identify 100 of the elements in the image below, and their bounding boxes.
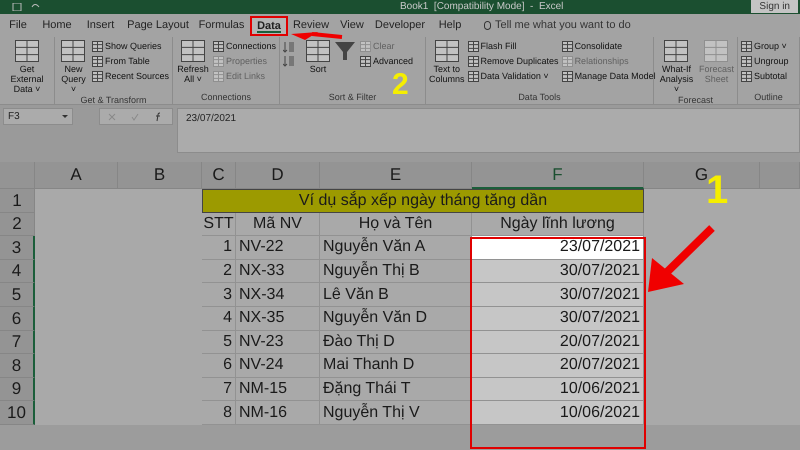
row-header[interactable]: 2: [0, 212, 35, 236]
ribbon-button[interactable]: From Table: [92, 55, 169, 68]
table-cell: NX-33: [236, 260, 320, 284]
table-icon: [92, 41, 103, 52]
row-header[interactable]: 9: [0, 378, 35, 402]
table-icon: [360, 56, 371, 67]
sort-arrows-icon: [283, 40, 295, 68]
table-cell[interactable]: 23/07/2021: [472, 236, 644, 260]
table-cell: Đào Thị D: [320, 330, 472, 354]
arrow: [291, 32, 342, 40]
ribbon-button[interactable]: New Query ˅: [58, 40, 89, 94]
table-icon: [61, 40, 86, 62]
checkmark-icon[interactable]: [130, 112, 139, 120]
name-box[interactable]: F3: [3, 108, 73, 125]
ribbon-tab[interactable]: Home: [36, 16, 78, 36]
table-icon: [562, 41, 573, 52]
ribbon-button[interactable]: Refresh All ˅: [176, 40, 210, 84]
ribbon-tab[interactable]: Page Layout: [123, 16, 193, 36]
title-cell: Ví dụ sắp xếp ngày tháng tăng dần: [202, 189, 644, 213]
column-header[interactable]: B: [118, 162, 202, 189]
ribbon-button[interactable]: Text to Columns: [429, 40, 465, 84]
row-header[interactable]: 4: [0, 260, 35, 284]
sort-order-button[interactable]: [283, 40, 295, 68]
header-cell: STT: [202, 212, 236, 236]
funnel-icon: [333, 40, 357, 62]
header-cell: Ngày lĩnh lương: [472, 212, 644, 236]
table-cell[interactable]: 30/07/2021: [472, 283, 644, 307]
row-header[interactable]: 10: [0, 401, 35, 425]
table-icon: [741, 41, 752, 52]
arrow: [648, 225, 715, 292]
table-icon: [468, 71, 479, 82]
group-label: Sort & Filter: [328, 92, 376, 102]
ribbon-tab[interactable]: Developer: [370, 16, 430, 36]
table-icon: [306, 40, 330, 62]
ribbon-button[interactable]: Connections: [212, 40, 276, 53]
table-cell: 8: [202, 401, 236, 425]
table-cell: 6: [202, 354, 236, 378]
filter-button[interactable]: [333, 40, 357, 62]
group-label: Data Tools: [518, 92, 561, 102]
row-header[interactable]: 7: [0, 330, 35, 354]
table-icon: [212, 56, 224, 67]
ribbon-button[interactable]: Advanced: [360, 55, 414, 68]
formula-value: 23/07/2021: [186, 113, 236, 124]
table-cell[interactable]: 30/07/2021: [472, 306, 644, 331]
ribbon-button[interactable]: Manage Data Model: [562, 70, 656, 83]
table-icon: [562, 56, 573, 67]
ribbon-button[interactable]: Show Queries: [92, 40, 169, 53]
table-icon: [180, 40, 205, 62]
ribbon-tab[interactable]: Insert: [78, 16, 123, 36]
tell-me-field[interactable]: Tell me what you want to do: [495, 17, 665, 34]
row-header[interactable]: 1: [0, 189, 35, 213]
ribbon-tab[interactable]: Formulas: [193, 16, 250, 36]
ribbon-button[interactable]: Ungroup: [741, 55, 789, 68]
table-cell: Nguyễn Thị V: [320, 401, 472, 425]
column-header[interactable]: E: [320, 162, 472, 189]
ribbon-button[interactable]: Group ˅: [741, 40, 789, 53]
column-header[interactable]: D: [236, 162, 320, 189]
table-icon: [92, 71, 103, 82]
table-cell: NM-15: [236, 378, 320, 402]
ribbon-tab[interactable]: File: [0, 16, 36, 36]
ribbon-button[interactable]: Recent Sources: [92, 70, 169, 83]
table-cell: Nguyễn Văn A: [320, 236, 472, 260]
ribbon-button[interactable]: Data Validation ˅: [468, 70, 559, 83]
ribbon-tab[interactable]: Review: [288, 16, 334, 36]
window-title: Book1 [Compatibility Mode] - Excel: [400, 1, 564, 13]
table-cell: 2: [202, 260, 236, 284]
sign-in-button[interactable]: Sign in: [751, 0, 798, 13]
ribbon-button[interactable]: What-If Analysis ˅: [657, 40, 696, 94]
group-label: Outline: [754, 92, 783, 102]
ribbon-button[interactable]: Subtotal: [741, 70, 789, 83]
row-header[interactable]: 3: [0, 236, 35, 260]
table-cell: 1: [202, 236, 236, 260]
formula-input[interactable]: 23/07/2021: [177, 108, 800, 153]
row-header[interactable]: 6: [0, 306, 35, 331]
ribbon-button[interactable]: Get External Data ˅: [3, 40, 51, 94]
ribbon-button[interactable]: Sort: [306, 40, 330, 74]
table-cell: NV-22: [236, 236, 320, 260]
table-icon: [468, 41, 479, 52]
column-header[interactable]: C: [202, 162, 236, 189]
row-header[interactable]: 5: [0, 283, 35, 307]
row-header[interactable]: 8: [0, 354, 35, 378]
table-cell[interactable]: 20/07/2021: [472, 330, 644, 354]
column-header[interactable]: A: [35, 162, 118, 189]
table-cell: 7: [202, 378, 236, 402]
ribbon-button[interactable]: Consolidate: [562, 40, 656, 53]
save-icon[interactable]: [12, 3, 22, 11]
table-cell: NV-24: [236, 354, 320, 378]
table-icon: [704, 40, 728, 62]
table-icon: [741, 56, 752, 67]
table-cell[interactable]: 20/07/2021: [472, 354, 644, 378]
ribbon-tab[interactable]: View: [334, 16, 370, 36]
ribbon-button[interactable]: Remove Duplicates: [468, 55, 559, 68]
table-cell[interactable]: 30/07/2021: [472, 260, 644, 284]
group-label: Forecast: [678, 95, 713, 105]
ribbon-tab[interactable]: Data: [250, 16, 288, 36]
table-cell[interactable]: 10/06/2021: [472, 378, 644, 402]
ribbon-tab[interactable]: Help: [430, 16, 470, 36]
ribbon-button[interactable]: Flash Fill: [468, 40, 559, 53]
table-icon: [360, 41, 371, 52]
table-cell[interactable]: 10/06/2021: [472, 401, 644, 425]
